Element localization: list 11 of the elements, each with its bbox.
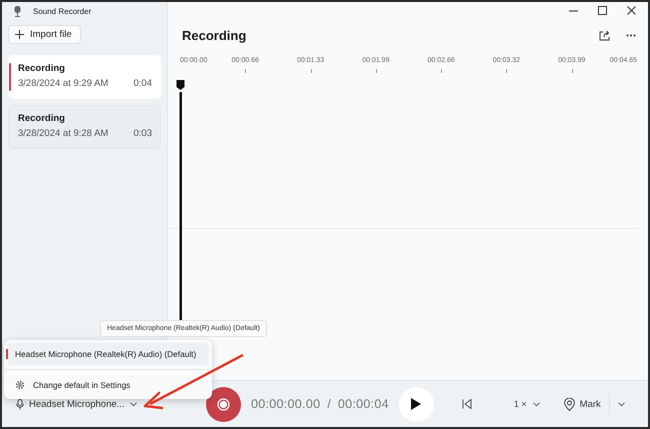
recording-heading: Recording <box>182 28 246 43</box>
recording-title: Recording <box>18 113 66 124</box>
window-title: Sound Recorder <box>33 6 92 16</box>
total-time: 00:00:04 <box>338 397 389 411</box>
recording-date: 3/28/2024 at 9:28 AM <box>18 128 108 139</box>
recording-date: 3/28/2024 at 9:29 AM <box>18 78 108 89</box>
time-separator: / <box>327 397 331 411</box>
recording-duration: 0:03 <box>134 128 152 139</box>
recording-duration: 0:04 <box>134 78 152 89</box>
recording-title: Recording <box>18 63 66 74</box>
elapsed-time: 00:00:00.00 <box>251 397 320 411</box>
